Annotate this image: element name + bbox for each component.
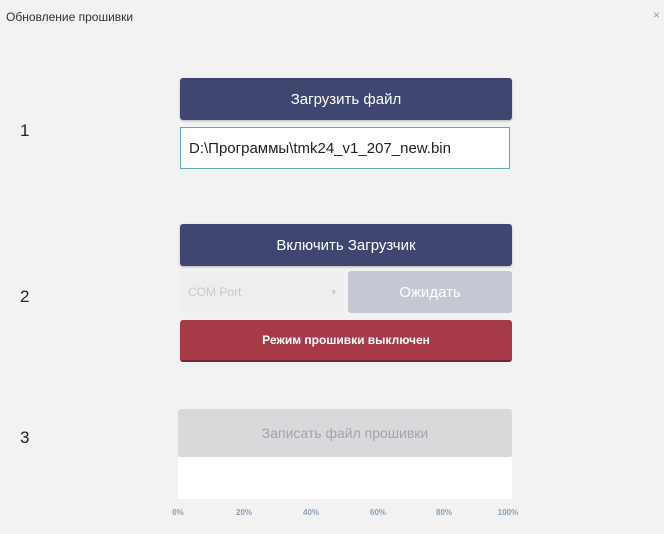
firmware-update-window: Обновление прошивки × 1 2 3 Загрузить фа… [0,0,664,534]
progress-bar [178,457,512,499]
progress-tick: 60% [369,508,387,517]
progress-tick: 40% [302,508,320,517]
flash-mode-status: Режим прошивки выключен [180,320,512,362]
write-firmware-button[interactable]: Записать файл прошивки [178,409,512,457]
chevron-down-icon: ▾ [331,286,336,297]
progress-tick: 0% [172,508,184,517]
progress-tick: 20% [235,508,253,517]
step-number-2: 2 [20,287,30,306]
window-title: Обновление прошивки [6,10,134,24]
step-number-1: 1 [20,121,30,140]
file-path-input[interactable] [180,127,510,169]
com-port-select[interactable]: COM Port ▾ [180,271,344,313]
close-icon[interactable]: × [653,8,660,22]
step-number-3: 3 [20,428,30,447]
enable-bootloader-button[interactable]: Включить Загрузчик [180,224,512,266]
progress-tick: 100% [497,508,519,517]
load-file-button[interactable]: Загрузить файл [180,78,512,120]
wait-button[interactable]: Ожидать [348,271,512,313]
progress-tick: 80% [435,508,453,517]
com-port-placeholder: COM Port [188,285,242,299]
